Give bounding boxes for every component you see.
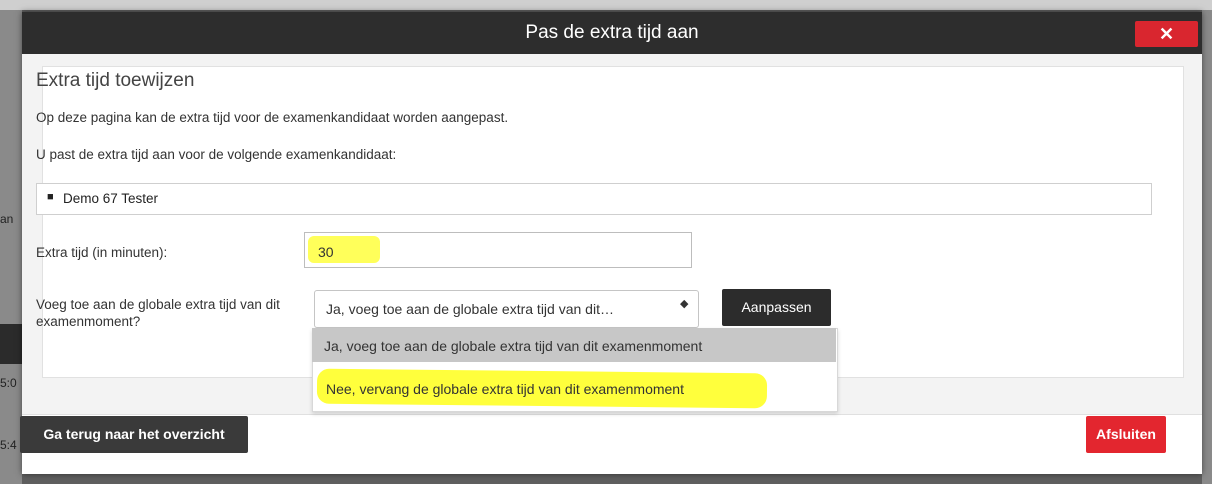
- intro-text: Op deze pagina kan de extra tijd voor de…: [36, 110, 509, 125]
- adjust-button[interactable]: Aanpassen: [722, 289, 831, 326]
- footer-divider: [22, 414, 1202, 415]
- dropdown-option-replace-label[interactable]: Nee, vervang de globale extra tijd van d…: [326, 381, 684, 397]
- candidate-intro-text: U past de extra tijd aan voor de volgend…: [36, 147, 397, 162]
- background-fragment: 5:4: [0, 438, 17, 452]
- panel-heading: Extra tijd toewijzen: [36, 70, 195, 91]
- candidate-name: Demo 67 Tester: [63, 191, 159, 206]
- candidate-list: ■ Demo 67 Tester: [36, 183, 1152, 215]
- close-button[interactable]: Afsluiten: [1086, 416, 1166, 453]
- background-row-dark: [0, 324, 22, 364]
- background-left-edge: [0, 10, 22, 484]
- extra-time-value[interactable]: 30: [318, 244, 334, 260]
- background-topbar: [0, 0, 1212, 10]
- bullet-icon: ■: [47, 191, 54, 203]
- background-right-edge: [1202, 10, 1212, 484]
- close-icon[interactable]: ✕: [1135, 21, 1198, 47]
- select-value[interactable]: Ja, voeg toe aan de globale extra tijd v…: [326, 301, 614, 317]
- add-global-label: Voeg toe aan de globale extra tijd van d…: [36, 297, 280, 329]
- back-to-overview-button[interactable]: Ga terug naar het overzicht: [20, 416, 248, 453]
- extra-time-label: Extra tijd (in minuten):: [36, 245, 168, 260]
- modal-header: Pas de extra tijd aan ✕: [22, 12, 1202, 54]
- select-arrows-icon[interactable]: ◆: [680, 299, 688, 310]
- modal-title: Pas de extra tijd aan: [525, 22, 699, 43]
- dropdown-option-add-label[interactable]: Ja, voeg toe aan de globale extra tijd v…: [324, 338, 702, 354]
- background-fragment: an: [0, 212, 14, 226]
- background-fragment: 5:0: [0, 376, 17, 390]
